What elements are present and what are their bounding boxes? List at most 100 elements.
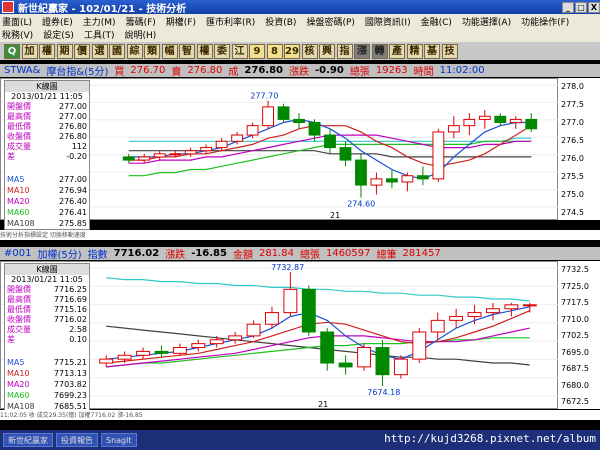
info-row: 差 -0.20 <box>7 152 87 161</box>
toolbar-button[interactable]: 綜 <box>126 43 143 59</box>
high-annotation: 7732.87 <box>271 263 304 272</box>
toolbar-button[interactable]: 權 <box>196 43 213 59</box>
app-icon <box>2 1 14 13</box>
menu-item[interactable]: 功能選擇(A) <box>462 15 511 28</box>
title-bar: 新世紀贏家 - 102/01/21 - 技術分析 _ □ X <box>0 0 600 15</box>
futures-price-axis: 278.0 277.5 277.0 276.5 276.0 275.5 275.0 274.5 <box>558 78 600 220</box>
ma-row: MA5 7715.21 <box>7 358 87 367</box>
toolbar-button[interactable]: 加 <box>21 43 38 59</box>
menu-item[interactable]: 籌碼(F) <box>126 15 156 28</box>
info-title: K線圖 <box>5 81 89 92</box>
sell-price: 276.80 <box>187 65 223 76</box>
menu-item[interactable]: 匯市利率(R) <box>206 15 255 28</box>
menu-item[interactable]: 國際資訊(I) <box>365 15 411 28</box>
toolbar-button[interactable]: 指 <box>336 43 353 59</box>
candle-body <box>231 134 244 142</box>
candle-body <box>370 178 383 186</box>
change-value: -0.90 <box>315 65 344 76</box>
toolbar-button[interactable]: 精 <box>406 43 423 59</box>
axis-tick-label: 7710.0 <box>561 314 589 324</box>
toolbar-button[interactable]: 興 <box>319 43 335 59</box>
toolbar-button[interactable]: 核 <box>301 43 318 59</box>
buy-price: 276.70 <box>130 65 166 76</box>
toolbar-button[interactable]: 江 <box>231 43 248 59</box>
toolbar-button[interactable]: 幅 <box>161 43 178 59</box>
menu-item[interactable]: 金融(C) <box>421 15 452 28</box>
candle-body <box>338 362 353 368</box>
axis-tick-label: 7687.5 <box>561 364 589 373</box>
toolbar-button[interactable]: 期 <box>56 43 73 59</box>
toolbar-button[interactable]: 國 <box>109 43 125 59</box>
menu-item[interactable]: 操盤密碼(P) <box>306 15 354 28</box>
amount-value: 281.84 <box>258 248 294 259</box>
candle-body <box>509 118 522 124</box>
candle-body <box>339 147 352 161</box>
toolbar-button[interactable]: 29 <box>284 43 300 59</box>
menu-item[interactable]: 工具(T) <box>84 28 115 41</box>
toolbar-button[interactable]: 技 <box>441 43 458 59</box>
info-row: 開盤價 7716.25 <box>7 285 87 294</box>
candle-body <box>393 358 408 376</box>
index-label: 指數 <box>87 250 108 261</box>
deal-price: 276.80 <box>244 65 283 76</box>
candle-body <box>478 115 491 120</box>
candle-body <box>494 115 507 124</box>
maximize-button[interactable]: □ <box>575 1 587 13</box>
taskbar-item[interactable]: 投資報告 <box>56 433 98 447</box>
taskbar-item[interactable]: 新世紀贏家 <box>3 433 53 447</box>
toolbar-button[interactable]: 選 <box>91 43 108 59</box>
axis-tick-label: 275.0 <box>561 190 584 199</box>
toolbar-button[interactable]: 漲 <box>354 43 370 59</box>
axis-tick-label: 7717.5 <box>561 298 589 307</box>
toolbar: Q 加權期價選國綜類幅智權委江 9 8 29 核興指漲轉產精基技 <box>0 42 600 60</box>
toolbar-button[interactable]: 智 <box>179 43 195 59</box>
candle-body <box>320 331 335 364</box>
menu-item[interactable]: 投資(B) <box>265 15 296 28</box>
menu-item[interactable]: 功能操作(F) <box>521 15 569 28</box>
candle-body <box>412 331 427 360</box>
toolbar-button[interactable]: 產 <box>389 43 405 59</box>
axis-tick-label: 7725.0 <box>561 281 589 291</box>
info-title: K線圖 <box>5 264 89 275</box>
volume-value: 1460597 <box>325 248 371 259</box>
change-label: 漲跌 <box>289 67 309 78</box>
ma-line <box>106 327 530 368</box>
info-row: 最低價 7715.16 <box>7 305 87 314</box>
low-annotation: 7674.18 <box>367 388 400 397</box>
toolbar-button[interactable]: 權 <box>39 43 55 59</box>
ma-row: MA60 276.41 <box>7 208 87 217</box>
candle-body <box>504 304 519 310</box>
toolbar-button[interactable]: 基 <box>424 43 440 59</box>
change-label: 漲跌 <box>165 250 186 261</box>
candle-body <box>184 150 197 155</box>
candle-body <box>301 288 316 333</box>
menu-item[interactable]: 設定(S) <box>43 28 74 41</box>
toolbar-button[interactable]: 類 <box>144 43 160 59</box>
candle-body <box>172 347 187 354</box>
menu-item[interactable]: 期權(F) <box>166 15 196 28</box>
quote-header-index: #001 加權(5分) 指數 7716.02 漲跌 -16.85 金額 281.… <box>0 247 600 261</box>
high-annotation: 277.70 <box>250 92 278 101</box>
toolbar-button[interactable]: Q <box>4 43 20 59</box>
candle-body <box>401 175 414 183</box>
toolbar-button[interactable]: 委 <box>214 43 230 59</box>
toolbar-button[interactable]: 8 <box>266 43 283 59</box>
close-button[interactable]: X <box>588 1 600 13</box>
toolbar-button[interactable]: 9 <box>249 43 265 59</box>
minimize-button[interactable]: _ <box>562 1 574 13</box>
info-row: 最低價 276.80 <box>7 122 87 131</box>
candle-body <box>283 288 298 314</box>
menu-item[interactable]: 主力(M) <box>83 15 116 28</box>
candle-body <box>486 308 500 314</box>
axis-tick-label: 277.0 <box>561 118 584 127</box>
info-row: 最高價 277.00 <box>7 112 87 121</box>
menu-item[interactable]: 說明(H) <box>124 28 156 41</box>
candle-body <box>277 106 290 120</box>
menu-item[interactable]: 證券(E) <box>42 15 73 28</box>
toolbar-button[interactable]: 轉 <box>371 43 388 59</box>
toolbar-button[interactable]: 價 <box>74 43 90 59</box>
index-value: 7716.02 <box>113 248 160 259</box>
taskbar-item[interactable]: Snaglt <box>101 433 137 447</box>
menu-item[interactable]: 畫面(L) <box>2 15 32 28</box>
menu-item[interactable]: 稅務(V) <box>2 28 33 41</box>
